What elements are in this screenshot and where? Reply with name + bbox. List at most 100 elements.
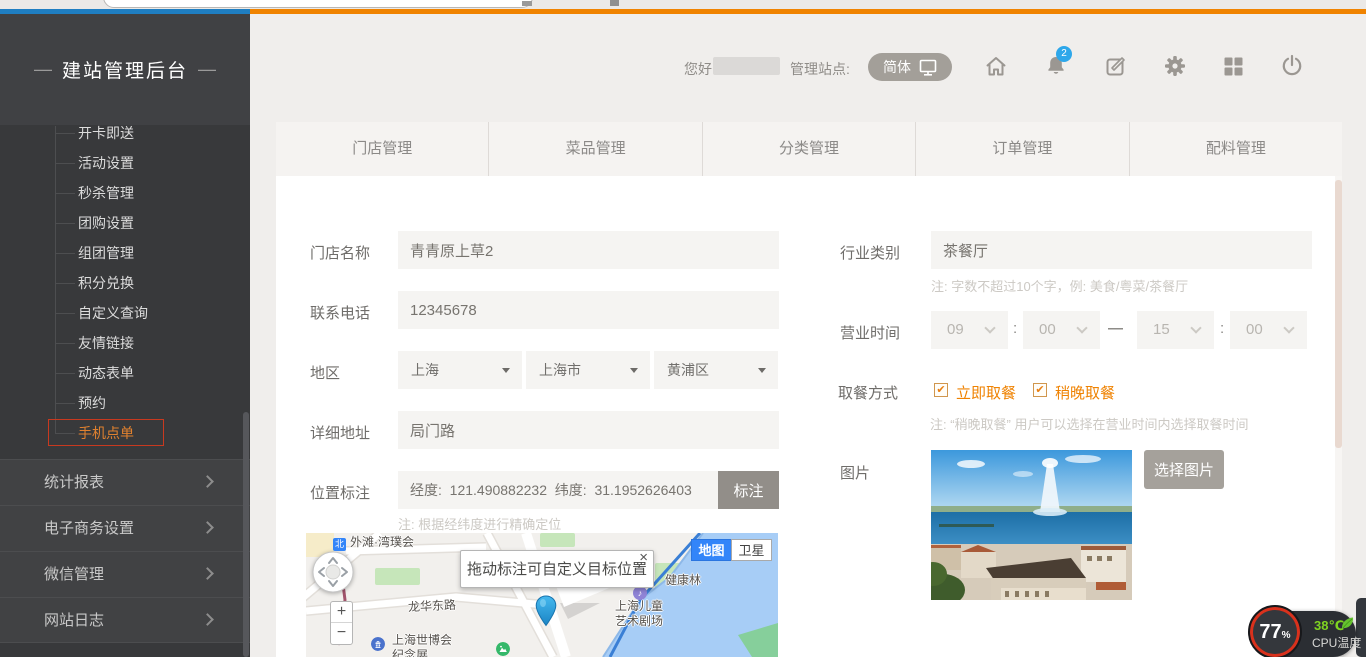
zoom-in-button[interactable]: + <box>331 602 352 623</box>
sidebar-item-dynamic-form[interactable]: 动态表单 <box>0 358 250 388</box>
tab-category-management[interactable]: 分类管理 <box>703 122 916 176</box>
tab-order-management[interactable]: 订单管理 <box>916 122 1129 176</box>
pickup-now-checkbox[interactable]: ✔ <box>934 383 948 397</box>
section-label: 微信管理 <box>44 566 104 583</box>
map-pan-control[interactable] <box>312 551 354 593</box>
cpu-percent-unit: % <box>1282 630 1291 641</box>
notification-badge: 2 <box>1056 46 1072 62</box>
home-icon <box>984 54 1008 78</box>
mark-location-button[interactable]: 标注 <box>718 471 779 509</box>
address-bar-text-fragment <box>522 1 532 6</box>
browser-top-strip <box>0 0 1366 9</box>
chevron-right-icon <box>201 521 214 534</box>
sidebar-section-logs[interactable]: 网站日志 <box>0 597 250 643</box>
store-name-label: 门店名称 <box>310 242 370 263</box>
sidebar-item-points[interactable]: 积分兑换 <box>0 268 250 298</box>
language-switch-pill[interactable]: 简体 <box>868 53 952 81</box>
chevron-right-icon <box>201 613 214 626</box>
monitor-icon <box>919 59 937 76</box>
chevron-right-icon <box>201 475 214 488</box>
title-dash-left: — <box>34 59 52 80</box>
tab-store-management[interactable]: 门店管理 <box>276 122 489 176</box>
hours-label: 营业时间 <box>840 322 900 343</box>
store-name-input[interactable] <box>398 231 779 269</box>
settings-button[interactable] <box>1163 54 1187 78</box>
close-minute-select[interactable]: 00 <box>1230 311 1307 349</box>
sidebar-title: — 建站管理后台 — <box>0 14 250 125</box>
store-photo <box>931 450 1132 600</box>
industry-note: 注: 字数不超过10个字，例: 美食/粤菜/茶餐厅 <box>931 276 1188 295</box>
map-mode-button[interactable]: 地图 <box>691 539 732 561</box>
address-input[interactable] <box>398 411 779 449</box>
app-title: 建站管理后台 <box>62 56 188 83</box>
chevron-down-icon <box>1076 322 1087 333</box>
choose-image-button[interactable]: 选择图片 <box>1144 450 1224 489</box>
content-accent-stripe <box>250 9 1366 14</box>
gear-icon <box>1163 54 1187 78</box>
edit-icon <box>1104 54 1128 78</box>
tab-dish-management[interactable]: 菜品管理 <box>489 122 702 176</box>
map-zoom-control: + − <box>330 601 353 645</box>
sidebar-item-links[interactable]: 友情链接 <box>0 328 250 358</box>
city-select[interactable]: 上海市 <box>526 351 650 389</box>
sidebar-section-reports[interactable]: 统计报表 <box>0 459 250 505</box>
apps-button[interactable] <box>1221 54 1245 78</box>
chevron-right-icon <box>201 567 214 580</box>
satellite-mode-button[interactable]: 卫星 <box>731 539 772 561</box>
section-label: 统计报表 <box>44 474 104 491</box>
cpu-usage-gauge[interactable]: 77 % <box>1248 605 1302 657</box>
city-value: 上海市 <box>539 362 581 378</box>
coordinates-input[interactable] <box>398 471 718 509</box>
pickup-later-checkbox[interactable]: ✔ <box>1033 383 1047 397</box>
open-hour-select[interactable]: 09 <box>931 311 1008 349</box>
map-canvas[interactable]: 外滩·湾璞会 龙华东路 上海世博会 纪念展 健康林 上海儿童 艺术剧场 ♪ 北 … <box>306 533 778 657</box>
province-select[interactable]: 上海 <box>398 351 522 389</box>
section-label: 网站日志 <box>44 612 104 629</box>
sidebar-item-custom-query[interactable]: 自定义查询 <box>0 298 250 328</box>
region-label: 地区 <box>310 362 340 383</box>
leaf-icon <box>1340 616 1354 630</box>
phone-input[interactable] <box>398 291 779 329</box>
logout-button[interactable] <box>1280 54 1304 78</box>
tooltip-close-icon[interactable]: × <box>639 550 648 566</box>
zoom-out-button[interactable]: − <box>331 623 352 644</box>
location-note: 注: 根据经纬度进行精确定位 <box>398 514 561 533</box>
chevron-down-icon <box>1283 322 1294 333</box>
manage-site-label: 管理站点: <box>790 59 850 79</box>
username-redacted <box>713 57 780 75</box>
greeting-text: 您好 <box>684 59 712 79</box>
phone-label: 联系电话 <box>310 302 370 323</box>
edit-button[interactable] <box>1104 54 1128 78</box>
pickup-now-label[interactable]: 立即取餐 <box>956 382 1016 403</box>
panel-scrollbar-thumb[interactable] <box>1335 180 1342 448</box>
close-hour-select[interactable]: 15 <box>1137 311 1214 349</box>
industry-input[interactable] <box>931 231 1312 269</box>
tab-ingredient-management[interactable]: 配料管理 <box>1130 122 1342 176</box>
pickup-later-label[interactable]: 稍晚取餐 <box>1055 382 1115 403</box>
sidebar-menu: 开卡即送 活动设置 秒杀管理 团购设置 组团管理 积分兑换 自定义查询 友情链接… <box>0 118 250 448</box>
cpu-percent-value: 77 <box>1259 621 1281 644</box>
sidebar-item-seckill[interactable]: 秒杀管理 <box>0 178 250 208</box>
province-value: 上海 <box>411 362 439 378</box>
sidebar-scrollbar-thumb[interactable] <box>243 412 249 657</box>
sidebar-item-teambuy[interactable]: 组团管理 <box>0 238 250 268</box>
dropdown-arrow-icon <box>758 368 766 373</box>
sidebar-section-wechat[interactable]: 微信管理 <box>0 551 250 597</box>
district-select[interactable]: 黄浦区 <box>654 351 778 389</box>
time-range-dash: — <box>1108 320 1123 337</box>
home-button[interactable] <box>984 54 1008 78</box>
cpu-temp-label: CPU温度 <box>1312 634 1361 651</box>
sidebar: — 建站管理后台 — 开卡即送 活动设置 秒杀管理 团购设置 组团管理 积分兑换… <box>0 14 250 657</box>
open-minute-select[interactable]: 00 <box>1023 311 1100 349</box>
browser-address-bar[interactable] <box>103 0 533 8</box>
sidebar-section-ecommerce[interactable]: 电子商务设置 <box>0 505 250 551</box>
sidebar-item-booking[interactable]: 预约 <box>0 388 250 418</box>
tab-bar: 门店管理 菜品管理 分类管理 订单管理 配料管理 <box>276 122 1342 176</box>
section-label: 电子商务设置 <box>44 520 134 537</box>
grid-icon <box>1221 54 1245 78</box>
image-label: 图片 <box>840 462 870 483</box>
sidebar-item-groupbuy[interactable]: 团购设置 <box>0 208 250 238</box>
pickup-note: 注: “稍晚取餐” 用户可以选择在营业时间内选择取餐时间 <box>930 414 1249 433</box>
sidebar-item-activity[interactable]: 活动设置 <box>0 148 250 178</box>
map-pin[interactable] <box>535 595 557 627</box>
